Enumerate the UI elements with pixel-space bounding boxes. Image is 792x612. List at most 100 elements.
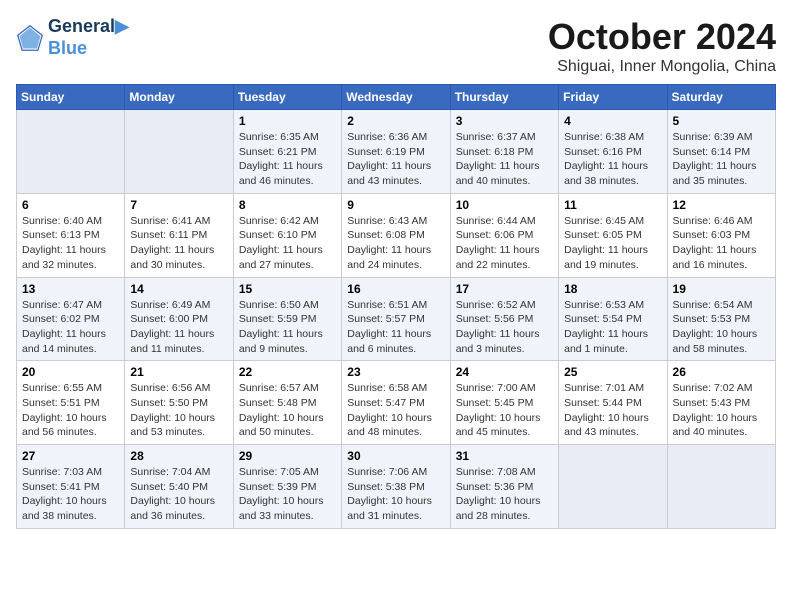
day-detail: Sunrise: 6:44 AM Sunset: 6:06 PM Dayligh… [456, 214, 553, 273]
day-number: 1 [239, 114, 336, 128]
weekday-header: Tuesday [233, 85, 341, 110]
calendar-cell: 27Sunrise: 7:03 AM Sunset: 5:41 PM Dayli… [17, 445, 125, 529]
day-number: 25 [564, 365, 661, 379]
calendar-cell: 1 Sunrise: 6:35 AM Sunset: 6:21 PM Daylig… [233, 110, 341, 194]
day-detail: Sunrise: 7:02 AM Sunset: 5:43 PM Dayligh… [673, 381, 770, 440]
day-detail: Sunrise: 6:36 AM Sunset: 6:19 PM Dayligh… [347, 130, 444, 189]
calendar-cell: 29 Sunrise: 7:05 AM Sunset: 5:39 PM Dayli… [233, 445, 341, 529]
calendar-cell: 17Sunrise: 6:52 AM Sunset: 5:56 PM Dayli… [450, 277, 558, 361]
day-number: 24 [456, 365, 553, 379]
day-detail: Sunrise: 6:53 AM Sunset: 5:54 PM Dayligh… [564, 298, 661, 357]
day-detail: Sunrise: 6:54 AM Sunset: 5:53 PM Dayligh… [673, 298, 770, 357]
day-detail: Sunrise: 7:05 AM Sunset: 5:39 PM Dayligh… [239, 465, 336, 524]
calendar-cell: 18 Sunrise: 6:53 AM Sunset: 5:54 PM Dayli… [559, 277, 667, 361]
day-number: 15 [239, 282, 336, 296]
weekday-header: Saturday [667, 85, 775, 110]
calendar-cell [125, 110, 233, 194]
calendar-week-row: 6 Sunrise: 6:40 AM Sunset: 6:13 PM Daylig… [17, 193, 776, 277]
calendar-cell: 12 Sunrise: 6:46 AM Sunset: 6:03 PM Dayli… [667, 193, 775, 277]
day-detail: Sunrise: 6:38 AM Sunset: 6:16 PM Dayligh… [564, 130, 661, 189]
calendar-cell: 4 Sunrise: 6:38 AM Sunset: 6:16 PM Daylig… [559, 110, 667, 194]
page-header: General▶ Blue October 2024 Shiguai, Inne… [16, 16, 776, 76]
calendar-cell: 13Sunrise: 6:47 AM Sunset: 6:02 PM Dayli… [17, 277, 125, 361]
day-number: 16 [347, 282, 444, 296]
month-title: October 2024 [548, 16, 776, 58]
day-number: 3 [456, 114, 553, 128]
day-detail: Sunrise: 6:56 AM Sunset: 5:50 PM Dayligh… [130, 381, 227, 440]
day-number: 10 [456, 198, 553, 212]
day-detail: Sunrise: 6:58 AM Sunset: 5:47 PM Dayligh… [347, 381, 444, 440]
day-detail: Sunrise: 6:52 AM Sunset: 5:56 PM Dayligh… [456, 298, 553, 357]
weekday-header: Sunday [17, 85, 125, 110]
day-number: 29 [239, 449, 336, 463]
day-number: 13 [22, 282, 119, 296]
calendar-cell: 11Sunrise: 6:45 AM Sunset: 6:05 PM Dayli… [559, 193, 667, 277]
calendar-week-row: 13Sunrise: 6:47 AM Sunset: 6:02 PM Dayli… [17, 277, 776, 361]
calendar-cell: 24 Sunrise: 7:00 AM Sunset: 5:45 PM Dayli… [450, 361, 558, 445]
calendar-week-row: 27Sunrise: 7:03 AM Sunset: 5:41 PM Dayli… [17, 445, 776, 529]
calendar-cell: 15 Sunrise: 6:50 AM Sunset: 5:59 PM Dayli… [233, 277, 341, 361]
calendar-cell: 30 Sunrise: 7:06 AM Sunset: 5:38 PM Dayli… [342, 445, 450, 529]
day-detail: Sunrise: 7:00 AM Sunset: 5:45 PM Dayligh… [456, 381, 553, 440]
day-number: 20 [22, 365, 119, 379]
logo-icon [16, 24, 44, 52]
day-number: 12 [673, 198, 770, 212]
calendar-cell: 21 Sunrise: 6:56 AM Sunset: 5:50 PM Dayli… [125, 361, 233, 445]
calendar-cell: 10 Sunrise: 6:44 AM Sunset: 6:06 PM Dayli… [450, 193, 558, 277]
calendar-cell: 5 Sunrise: 6:39 AM Sunset: 6:14 PM Daylig… [667, 110, 775, 194]
calendar-cell: 26 Sunrise: 7:02 AM Sunset: 5:43 PM Dayli… [667, 361, 775, 445]
logo-text: General▶ Blue [48, 16, 129, 59]
day-number: 11 [564, 198, 661, 212]
day-number: 7 [130, 198, 227, 212]
day-detail: Sunrise: 6:41 AM Sunset: 6:11 PM Dayligh… [130, 214, 227, 273]
day-number: 4 [564, 114, 661, 128]
day-detail: Sunrise: 6:46 AM Sunset: 6:03 PM Dayligh… [673, 214, 770, 273]
day-number: 21 [130, 365, 227, 379]
calendar-cell: 22 Sunrise: 6:57 AM Sunset: 5:48 PM Dayli… [233, 361, 341, 445]
day-detail: Sunrise: 6:39 AM Sunset: 6:14 PM Dayligh… [673, 130, 770, 189]
day-number: 28 [130, 449, 227, 463]
day-number: 30 [347, 449, 444, 463]
calendar-week-row: 20 Sunrise: 6:55 AM Sunset: 5:51 PM Dayli… [17, 361, 776, 445]
day-number: 18 [564, 282, 661, 296]
day-detail: Sunrise: 7:06 AM Sunset: 5:38 PM Dayligh… [347, 465, 444, 524]
day-detail: Sunrise: 6:55 AM Sunset: 5:51 PM Dayligh… [22, 381, 119, 440]
day-detail: Sunrise: 7:08 AM Sunset: 5:36 PM Dayligh… [456, 465, 553, 524]
calendar-cell: 25 Sunrise: 7:01 AM Sunset: 5:44 PM Dayli… [559, 361, 667, 445]
day-detail: Sunrise: 7:01 AM Sunset: 5:44 PM Dayligh… [564, 381, 661, 440]
day-detail: Sunrise: 6:51 AM Sunset: 5:57 PM Dayligh… [347, 298, 444, 357]
calendar-cell: 3Sunrise: 6:37 AM Sunset: 6:18 PM Daylig… [450, 110, 558, 194]
day-number: 31 [456, 449, 553, 463]
day-number: 8 [239, 198, 336, 212]
day-detail: Sunrise: 6:40 AM Sunset: 6:13 PM Dayligh… [22, 214, 119, 273]
day-number: 19 [673, 282, 770, 296]
day-detail: Sunrise: 6:35 AM Sunset: 6:21 PM Dayligh… [239, 130, 336, 189]
day-detail: Sunrise: 6:49 AM Sunset: 6:00 PM Dayligh… [130, 298, 227, 357]
day-number: 26 [673, 365, 770, 379]
calendar-cell [667, 445, 775, 529]
weekday-header: Thursday [450, 85, 558, 110]
calendar-cell [559, 445, 667, 529]
calendar-header-row: SundayMondayTuesdayWednesdayThursdayFrid… [17, 85, 776, 110]
weekday-header: Friday [559, 85, 667, 110]
day-detail: Sunrise: 6:57 AM Sunset: 5:48 PM Dayligh… [239, 381, 336, 440]
day-detail: Sunrise: 7:04 AM Sunset: 5:40 PM Dayligh… [130, 465, 227, 524]
calendar-cell: 8 Sunrise: 6:42 AM Sunset: 6:10 PM Daylig… [233, 193, 341, 277]
day-number: 22 [239, 365, 336, 379]
calendar-cell: 23 Sunrise: 6:58 AM Sunset: 5:47 PM Dayli… [342, 361, 450, 445]
day-detail: Sunrise: 6:50 AM Sunset: 5:59 PM Dayligh… [239, 298, 336, 357]
calendar-cell: 16 Sunrise: 6:51 AM Sunset: 5:57 PM Dayli… [342, 277, 450, 361]
weekday-header: Monday [125, 85, 233, 110]
day-detail: Sunrise: 6:42 AM Sunset: 6:10 PM Dayligh… [239, 214, 336, 273]
calendar-cell: 28 Sunrise: 7:04 AM Sunset: 5:40 PM Dayli… [125, 445, 233, 529]
day-number: 2 [347, 114, 444, 128]
day-number: 6 [22, 198, 119, 212]
calendar-cell: 6 Sunrise: 6:40 AM Sunset: 6:13 PM Daylig… [17, 193, 125, 277]
title-block: October 2024 Shiguai, Inner Mongolia, Ch… [548, 16, 776, 76]
day-number: 14 [130, 282, 227, 296]
calendar-cell: 7 Sunrise: 6:41 AM Sunset: 6:11 PM Daylig… [125, 193, 233, 277]
calendar-cell [17, 110, 125, 194]
calendar-cell: 2 Sunrise: 6:36 AM Sunset: 6:19 PM Daylig… [342, 110, 450, 194]
day-number: 23 [347, 365, 444, 379]
day-number: 5 [673, 114, 770, 128]
